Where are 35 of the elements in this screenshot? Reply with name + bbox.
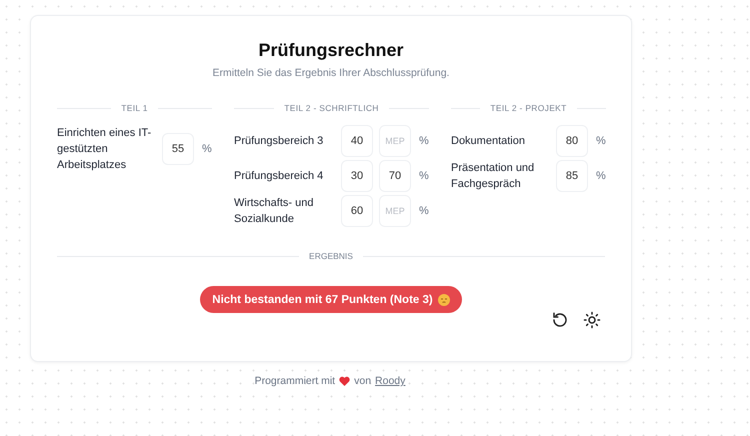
subtitle: Ermitteln Sie das Ergebnis Ihrer Abschlussprüfung.	[212, 67, 450, 79]
footer-text: von	[354, 375, 372, 387]
unit-label: %	[596, 135, 606, 147]
sad-face-icon	[438, 294, 450, 306]
section-heading: TEIL 1	[121, 103, 148, 113]
input-field[interactable]: MEP	[379, 125, 411, 157]
field-label: Dokumentation	[451, 134, 526, 149]
unit-label: %	[419, 135, 429, 147]
input-field[interactable]: 60	[341, 195, 373, 227]
footer-text: Programmiert mit	[254, 375, 336, 387]
input-field[interactable]: MEP	[379, 195, 411, 227]
heart-icon	[339, 376, 350, 386]
author-link[interactable]: Roody	[375, 375, 406, 387]
result-badge: Nicht bestanden mit 67 Punkten (Note 3)	[200, 286, 462, 313]
input-field[interactable]: 70	[379, 160, 411, 192]
section-heading: TEIL 2 - SCHRIFTLICH	[284, 103, 379, 113]
unit-label: %	[419, 205, 429, 217]
field-label: Prüfungsbereich 3	[234, 134, 324, 149]
section-heading: ERGEBNIS	[309, 251, 353, 261]
input-field[interactable]: 80	[556, 125, 588, 157]
field-label: Wirtschafts- und Sozialkunde	[234, 196, 314, 227]
input-field[interactable]: 85	[556, 160, 588, 192]
section-heading: TEIL 2 - PROJEKT	[490, 103, 567, 113]
input-field[interactable]: 40	[341, 125, 373, 157]
field-label: Einrichten eines IT-gestützten Arbeitsplatzes	[57, 126, 152, 173]
field-label: Prüfungsbereich 4	[234, 169, 324, 184]
unit-label: %	[419, 170, 429, 182]
app-title: Prüfungsrechner	[257, 40, 405, 61]
field-label: Präsentation und Fachgespräch	[451, 161, 536, 192]
unit-label: %	[596, 170, 606, 182]
input-field[interactable]: 30	[341, 160, 373, 192]
reset-button[interactable]	[551, 311, 569, 329]
unit-label: %	[202, 143, 212, 155]
input-field[interactable]: 55	[162, 133, 194, 165]
theme-button[interactable]	[583, 311, 601, 329]
